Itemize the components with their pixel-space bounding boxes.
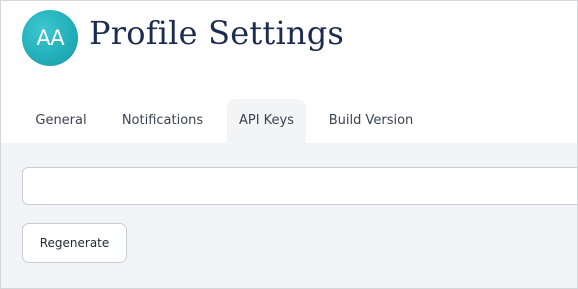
tab-api-keys[interactable]: API Keys (227, 99, 306, 143)
tab-notifications[interactable]: Notifications (111, 99, 214, 143)
page-header: AA Profile Settings (1, 1, 577, 99)
api-key-field[interactable] (22, 167, 577, 205)
avatar-initials: AA (36, 26, 64, 50)
tab-bar: General Notifications API Keys Build Ver… (1, 99, 577, 143)
regenerate-button[interactable]: Regenerate (22, 223, 127, 263)
settings-window: AA Profile Settings General Notification… (0, 0, 578, 289)
api-keys-panel: Regenerate (1, 143, 577, 288)
avatar: AA (22, 10, 78, 66)
tab-build-version[interactable]: Build Version (319, 99, 423, 143)
page-title: Profile Settings (89, 14, 345, 52)
tab-general[interactable]: General (23, 99, 99, 143)
